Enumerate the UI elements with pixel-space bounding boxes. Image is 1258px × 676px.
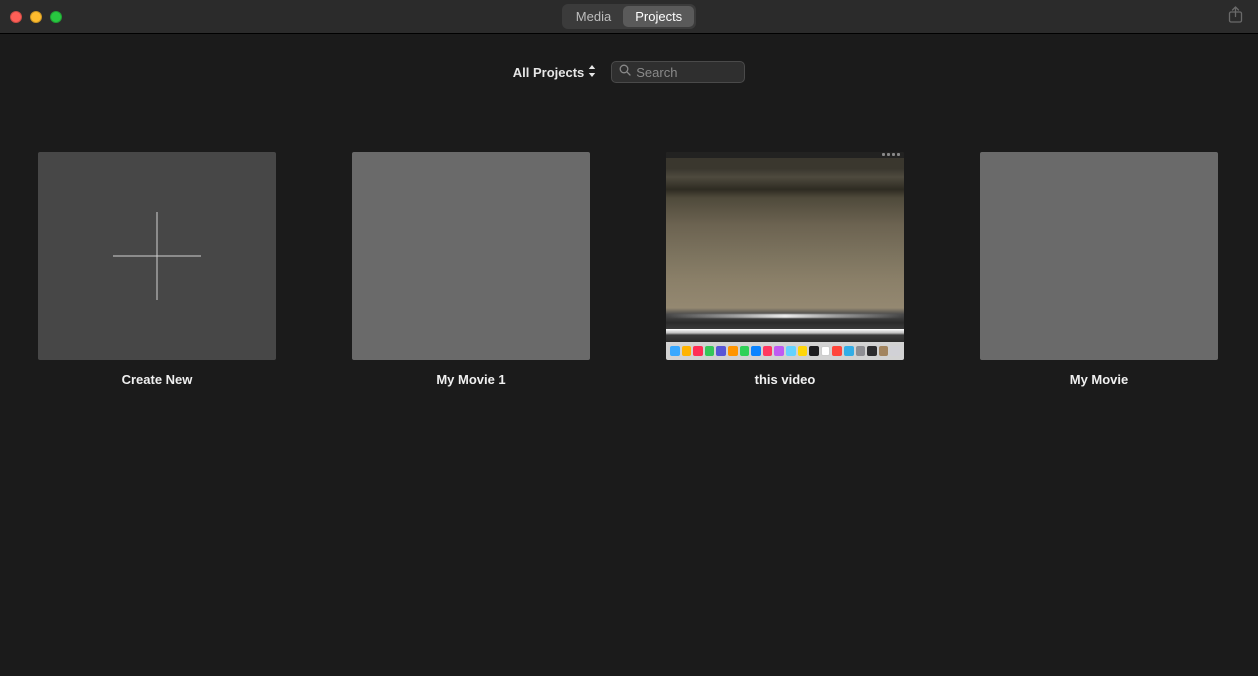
view-switcher: Media Projects bbox=[562, 4, 696, 29]
filter-bar: All Projects bbox=[0, 34, 1258, 110]
project-card[interactable]: My Movie bbox=[980, 152, 1218, 387]
thumbnail-dock bbox=[666, 342, 904, 360]
projects-filter-label: All Projects bbox=[513, 65, 585, 80]
tab-projects[interactable]: Projects bbox=[623, 6, 694, 27]
project-title: My Movie bbox=[1070, 372, 1129, 387]
thumbnail-horizon-glare bbox=[666, 314, 904, 318]
project-title: My Movie 1 bbox=[436, 372, 505, 387]
search-field-wrap bbox=[611, 61, 745, 83]
close-window-button[interactable] bbox=[10, 11, 22, 23]
project-card[interactable]: this video bbox=[666, 152, 904, 387]
titlebar: Media Projects bbox=[0, 0, 1258, 34]
project-thumbnail[interactable] bbox=[666, 152, 904, 360]
sort-chevrons-icon bbox=[587, 65, 597, 80]
share-icon[interactable] bbox=[1227, 5, 1244, 28]
create-new-label: Create New bbox=[122, 372, 193, 387]
window-traffic-lights bbox=[10, 11, 62, 23]
fullscreen-window-button[interactable] bbox=[50, 11, 62, 23]
create-new-thumbnail[interactable] bbox=[38, 152, 276, 360]
projects-grid: Create New My Movie 1 this video My Movi bbox=[0, 110, 1258, 387]
project-thumbnail[interactable] bbox=[980, 152, 1218, 360]
thumbnail-menubar bbox=[666, 152, 904, 158]
project-title: this video bbox=[755, 372, 816, 387]
create-new-card[interactable]: Create New bbox=[38, 152, 276, 387]
plus-icon bbox=[113, 212, 201, 300]
minimize-window-button[interactable] bbox=[30, 11, 42, 23]
tab-media[interactable]: Media bbox=[564, 6, 623, 27]
project-thumbnail[interactable] bbox=[352, 152, 590, 360]
project-card[interactable]: My Movie 1 bbox=[352, 152, 590, 387]
projects-filter-dropdown[interactable]: All Projects bbox=[513, 65, 598, 80]
search-input[interactable] bbox=[611, 61, 745, 83]
search-icon bbox=[619, 63, 631, 81]
